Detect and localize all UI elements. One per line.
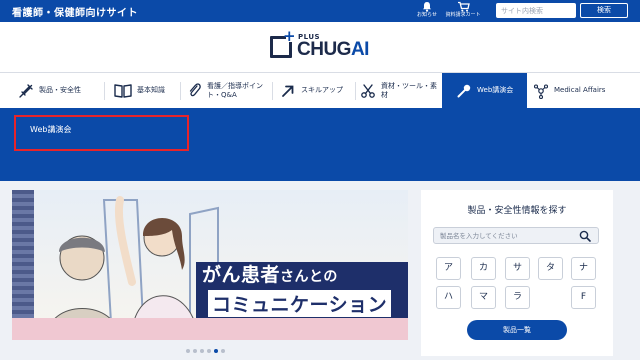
banner-title-line2: コミュニケーション	[208, 290, 392, 317]
book-icon	[114, 84, 132, 98]
search-icon[interactable]	[579, 230, 591, 242]
product-list-button[interactable]: 製品一覧	[467, 320, 567, 340]
nav-item-label: スキルアップ	[301, 86, 343, 94]
nav-dropdown-panel: Web講演会	[0, 108, 640, 181]
kana-button-ka[interactable]: カ	[471, 257, 496, 280]
product-name-input[interactable]	[433, 227, 599, 244]
nav-item-web-lectures[interactable]: Web講演会	[442, 73, 527, 108]
kana-button-ma[interactable]: マ	[471, 286, 496, 309]
nav-item-label: Medical Affairs	[554, 86, 606, 94]
banner-title-main: がん患者	[202, 264, 281, 286]
logo-brand-accent: AI	[350, 39, 370, 60]
top-bar: 看護師・保健師向けサイト お知らせ 資料請求カート 検索	[0, 0, 640, 22]
logo-plus-symbol: +	[283, 27, 296, 45]
nav-item-label: 製品・安全性	[39, 86, 81, 94]
kana-button-f[interactable]: F	[571, 286, 596, 309]
kana-button-ra[interactable]: ラ	[505, 286, 530, 309]
cart-icon	[457, 1, 470, 12]
panel-title: 製品・安全性情報を探す	[467, 206, 567, 216]
banner-title-small: さんとの	[280, 269, 338, 285]
nav-item-label: 看護／指導ポイント・Q&A	[207, 81, 263, 99]
syringe-icon	[19, 83, 33, 98]
carousel-dot[interactable]	[200, 349, 204, 353]
logo-brand: CHUGAI	[297, 40, 369, 60]
kana-button-ta[interactable]: タ	[538, 257, 563, 280]
nav-divider	[104, 82, 105, 100]
kana-button-na[interactable]: ナ	[571, 257, 596, 280]
product-search-panel: 製品・安全性情報を探す ア カ サ タ ナ ハ マ ラ F 製品一覧	[421, 190, 613, 356]
kana-button-sa[interactable]: サ	[505, 257, 530, 280]
nav-item-label: 資材・ツール・素材	[381, 81, 437, 99]
carousel-dot[interactable]	[207, 349, 211, 353]
scissors-icon	[361, 83, 375, 98]
kana-button-empty	[538, 286, 563, 309]
nav-item-nursing-points[interactable]: 看護／指導ポイント・Q&A	[188, 73, 270, 108]
dropdown-item-web-lectures[interactable]: Web講演会	[14, 115, 189, 151]
notifications-label: お知らせ	[417, 12, 437, 18]
nav-item-skill-up[interactable]: スキルアップ	[280, 73, 356, 108]
molecule-icon	[533, 83, 549, 99]
site-search-input[interactable]	[496, 3, 576, 18]
banner-pink-band	[12, 318, 408, 340]
site-audience-label: 看護師・保健師向けサイト	[12, 8, 138, 19]
carousel-dot[interactable]	[221, 349, 225, 353]
carousel-dot[interactable]	[214, 349, 218, 353]
logo-area: + PLUS CHUGAI	[0, 22, 640, 72]
bell-icon	[423, 2, 431, 12]
microphone-icon	[457, 84, 471, 97]
nav-divider	[180, 82, 181, 100]
nav-divider	[272, 82, 273, 100]
logo-brand-main: CHUG	[297, 39, 351, 60]
kana-button-ha[interactable]: ハ	[436, 286, 461, 309]
notifications-button[interactable]: お知らせ	[408, 0, 446, 22]
nav-item-products-safety[interactable]: 製品・安全性	[18, 73, 104, 108]
paperclip-icon	[189, 83, 201, 97]
nav-item-basic-knowledge[interactable]: 基本知識	[114, 73, 180, 108]
request-cart-button[interactable]: 資料請求カート	[444, 0, 482, 22]
carousel-dot[interactable]	[186, 349, 190, 353]
carousel-indicator	[186, 349, 225, 355]
arrow-up-icon	[282, 85, 294, 97]
site-search-button[interactable]: 検索	[580, 3, 628, 18]
nav-item-label: Web講演会	[477, 86, 514, 94]
banner-title-line1: がん患者さんとの	[202, 260, 338, 287]
carousel-dot[interactable]	[193, 349, 197, 353]
hero-banner[interactable]: がん患者さんとの コミュニケーション	[12, 190, 408, 340]
kana-button-a[interactable]: ア	[436, 257, 461, 280]
nav-divider	[355, 82, 356, 100]
nav-item-label: 基本知識	[137, 86, 165, 94]
nav-item-materials-tools[interactable]: 資材・ツール・素材	[360, 73, 440, 108]
request-cart-label: 資料請求カート	[445, 12, 481, 18]
main-nav: 製品・安全性 基本知識 看護／指導ポイント・Q&A スキルアップ 資材・ツール・…	[0, 72, 640, 108]
nav-item-medical-affairs[interactable]: Medical Affairs	[533, 73, 638, 108]
